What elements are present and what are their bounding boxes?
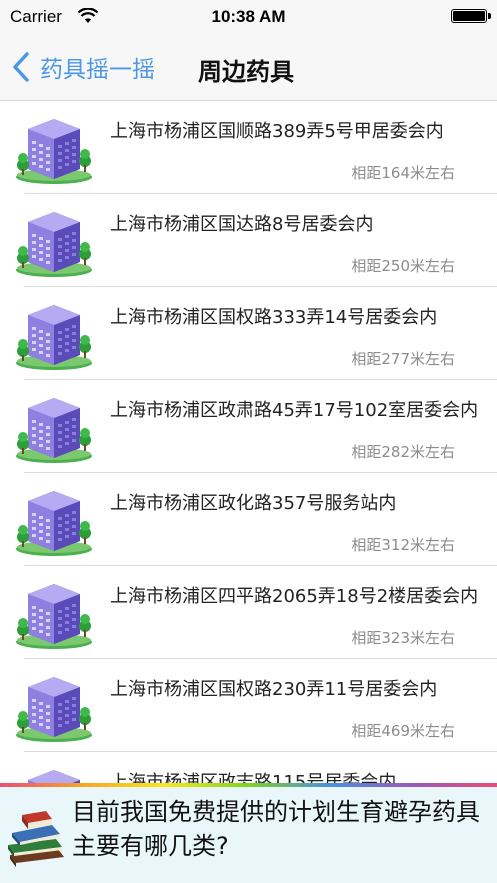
item-address: 上海市杨浦区政化路357号服务站内: [110, 493, 397, 514]
item-address: 上海市杨浦区国达路8号居委会内: [110, 214, 374, 235]
pharmacy-list[interactable]: 上海市杨浦区国顺路389弄5号甲居委会内 相距164米左右 上海市杨浦区国达路8…: [0, 101, 497, 783]
page-title: 周边药具: [198, 58, 294, 86]
building-icon: [14, 483, 94, 557]
item-distance: 相距250米左右: [351, 257, 455, 275]
item-address: 上海市杨浦区国顺路389弄5号甲居委会内: [110, 121, 444, 142]
list-item[interactable]: 上海市杨浦区国权路333弄14号居委会内 相距277米左右: [0, 287, 497, 380]
status-bar: Carrier 10:38 AM: [0, 0, 497, 34]
item-distance: 相距164米左右: [351, 164, 455, 182]
item-address: 上海市杨浦区政志路115号居委会内: [110, 772, 397, 783]
item-distance: 相距312米左右: [351, 536, 455, 554]
item-address: 上海市杨浦区政肃路45弄17号102室居委会内: [110, 400, 479, 421]
item-address: 上海市杨浦区国权路230弄11号居委会内: [110, 679, 438, 700]
building-icon: [14, 576, 94, 650]
battery-icon: [451, 9, 491, 23]
item-address: 上海市杨浦区国权路333弄14号居委会内: [110, 307, 438, 328]
item-distance: 相距323米左右: [351, 629, 455, 647]
item-distance: 相距469米左右: [351, 722, 455, 740]
item-distance: 相距282米左右: [351, 443, 455, 461]
list-item[interactable]: 上海市杨浦区政志路115号居委会内: [0, 752, 497, 783]
back-button[interactable]: 药具摇一摇: [12, 50, 155, 84]
list-item[interactable]: 上海市杨浦区国达路8号居委会内 相距250米左右: [0, 194, 497, 287]
question-banner[interactable]: 目前我国免费提供的计划生育避孕药具主要有哪几类?: [0, 783, 497, 883]
books-icon: [8, 811, 64, 867]
list-item[interactable]: 上海市杨浦区政化路357号服务站内 相距312米左右: [0, 473, 497, 566]
building-icon: [14, 669, 94, 743]
list-item[interactable]: 上海市杨浦区四平路2065弄18号2楼居委会内 相距323米左右: [0, 566, 497, 659]
item-distance: 相距277米左右: [351, 350, 455, 368]
top-bar: Carrier 10:38 AM 药具摇一摇 周边药具: [0, 0, 497, 101]
clock: 10:38 AM: [211, 7, 286, 26]
chevron-left-icon: [13, 52, 29, 82]
list-item[interactable]: 上海市杨浦区政肃路45弄17号102室居委会内 相距282米左右: [0, 380, 497, 473]
item-address: 上海市杨浦区四平路2065弄18号2楼居委会内: [110, 586, 479, 607]
banner-accent-strip: [0, 783, 497, 787]
back-label: 药具摇一摇: [40, 57, 155, 83]
building-icon: [14, 762, 94, 783]
list-item[interactable]: 上海市杨浦区国顺路389弄5号甲居委会内 相距164米左右: [0, 101, 497, 194]
banner-question: 目前我国免费提供的计划生育避孕药具主要有哪几类?: [72, 798, 480, 860]
building-icon: [14, 111, 94, 185]
building-icon: [14, 204, 94, 278]
building-icon: [14, 297, 94, 371]
list-item[interactable]: 上海市杨浦区国权路230弄11号居委会内 相距469米左右: [0, 659, 497, 752]
navigation-bar: 药具摇一摇 周边药具: [0, 34, 497, 100]
building-icon: [14, 390, 94, 464]
